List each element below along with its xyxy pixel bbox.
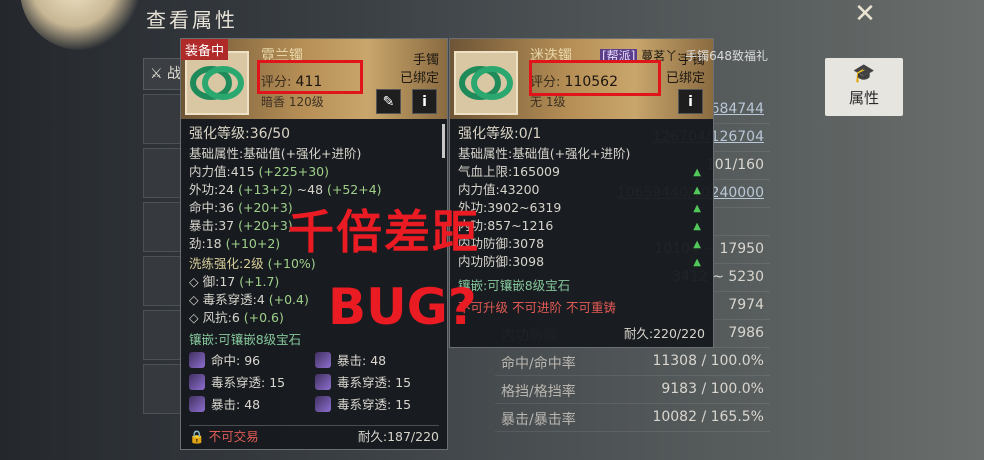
gem-grid: 命中: 96 暴击: 48 毒系穿透: 15 毒系穿透: 15 暴击: 48 毒系穿透: … xyxy=(189,351,441,414)
equipment-slot[interactable] xyxy=(143,94,183,144)
gem-slot: 暴击: 48 xyxy=(315,351,441,370)
attributes-button-label: 属性 xyxy=(848,89,879,107)
enhance-level: 强化等级:36/50 xyxy=(189,126,291,142)
window-title: 查看属性 xyxy=(146,8,238,32)
score-highlight-box xyxy=(529,60,661,96)
attr-row: 内力值:43200 ▲ xyxy=(458,181,707,199)
trade-status: 🔒 不可交易 xyxy=(189,429,259,444)
info-icon[interactable]: i xyxy=(678,89,703,114)
inlay-label: 镶嵌:可镶嵌8级宝石 xyxy=(458,278,571,293)
base-attr-label: 基础属性:基础值(+强化+进阶) xyxy=(189,146,362,161)
restrictions: 不可升级 不可进阶 不可重铸 xyxy=(458,300,616,315)
attr-row: 内功:857~1216 ▲ xyxy=(458,217,707,235)
scrollbar[interactable] xyxy=(442,124,445,158)
stat-row: 暴击/暴击率 10082 / 165.5% xyxy=(495,404,770,432)
bind-status: 已绑定 xyxy=(399,71,439,86)
stat-value: 10082 / 165.5% xyxy=(652,409,764,425)
arrow-up-icon: ▲ xyxy=(693,185,701,196)
stat-value: /684744 xyxy=(705,101,764,117)
arrow-up-icon: ▲ xyxy=(693,257,701,268)
gem-icon xyxy=(189,352,205,368)
bind-status: 已绑定 xyxy=(665,71,705,86)
equipment-slot[interactable] xyxy=(143,256,183,306)
stat-label: 暴击/暴击率 xyxy=(501,412,576,428)
stat-value: 7986 xyxy=(728,325,764,341)
gem-icon xyxy=(315,396,331,412)
stat-label: 命中/命中率 xyxy=(501,356,576,372)
item-card-footer: 耐久:220/220 xyxy=(458,323,705,345)
equipment-slot[interactable] xyxy=(143,148,183,198)
arrow-up-icon: ▲ xyxy=(693,167,701,178)
stat-row: 命中/命中率 11308 / 100.0% xyxy=(495,348,770,376)
stat-row: 格挡/格挡率 9183 / 100.0% xyxy=(495,376,770,404)
gem-icon xyxy=(189,396,205,412)
stat-value: 101/160 xyxy=(705,157,764,173)
score-highlight-box xyxy=(257,60,363,94)
jade-bracelet-icon xyxy=(185,51,249,115)
attr-row: 气血上限:165009 ▲ xyxy=(458,163,707,181)
durability: 耐久:187/220 xyxy=(357,429,439,444)
info-icon[interactable]: i xyxy=(412,89,437,114)
arrow-up-icon: ▲ xyxy=(693,239,701,250)
tab-combat[interactable]: ⚔ 战 xyxy=(143,58,183,90)
attributes-button[interactable]: 🎓 属性 xyxy=(825,58,903,116)
overlay-caption: BUG? xyxy=(328,278,477,336)
base-attr-label: 基础属性:基础值(+强化+进阶) xyxy=(458,146,631,161)
arrow-up-icon: ▲ xyxy=(693,203,701,214)
equipment-slot[interactable] xyxy=(143,202,183,252)
tab-combat-label: 战 xyxy=(167,66,182,82)
gem-slot: 毒系穿透: 15 xyxy=(315,373,441,392)
stat-value: 9183 / 100.0% xyxy=(661,381,764,397)
jade-bracelet-icon xyxy=(454,51,518,115)
enhance-level: 强化等级:0/1 xyxy=(458,126,542,142)
equipment-slot[interactable] xyxy=(143,364,183,414)
gem-slot: 毒系穿透: 15 xyxy=(189,373,315,392)
gem-icon xyxy=(315,352,331,368)
gem-icon xyxy=(315,374,331,390)
overlay-caption: 千倍差距 xyxy=(288,205,480,259)
attr-row: 内力值:415 (+225+30) xyxy=(189,164,330,179)
item-card-body: 强化等级:36/50 基础属性:基础值(+强化+进阶) 内力值:415 (+22… xyxy=(189,123,441,414)
lock-icon: 🔒 xyxy=(189,429,205,444)
stat-label: 格挡/格挡率 xyxy=(501,384,576,400)
gem-icon xyxy=(189,374,205,390)
brush-icon[interactable]: ✎ xyxy=(376,89,401,114)
equipped-badge: 装备中 xyxy=(181,39,229,60)
gem-slot: 毒系穿透: 15 xyxy=(315,395,441,414)
item-card-footer: 🔒 不可交易 耐久:187/220 xyxy=(189,425,439,447)
item-source-level: 暗香 120级 xyxy=(261,95,324,109)
item-type: 手镯 xyxy=(412,53,439,68)
sword-icon: ⚔ xyxy=(150,66,163,82)
stat-value: 7974 xyxy=(728,297,764,313)
equipment-slot[interactable] xyxy=(143,310,183,360)
bg-header-text: 手镯648致福礼 xyxy=(685,49,768,63)
gem-slot: 暴击: 48 xyxy=(189,395,315,414)
gem-slot: 命中: 96 xyxy=(189,351,315,370)
attr-row: 内功防御:3078 ▲ xyxy=(458,235,707,253)
arrow-up-icon: ▲ xyxy=(693,221,701,232)
attr-row: 外功:3902~6319 ▲ xyxy=(458,199,707,217)
attr-row: 内功防御:3098 ▲ xyxy=(458,253,707,271)
durability: 耐久:220/220 xyxy=(623,326,705,341)
item-card-body: 强化等级:0/1 基础属性:基础值(+强化+进阶) 气血上限:165009 ▲ 内力… xyxy=(458,123,707,317)
stat-value: 11308 / 100.0% xyxy=(652,353,764,369)
close-icon[interactable]: ✕ xyxy=(846,0,884,30)
scholar-hat-icon: 🎓 xyxy=(852,63,876,84)
